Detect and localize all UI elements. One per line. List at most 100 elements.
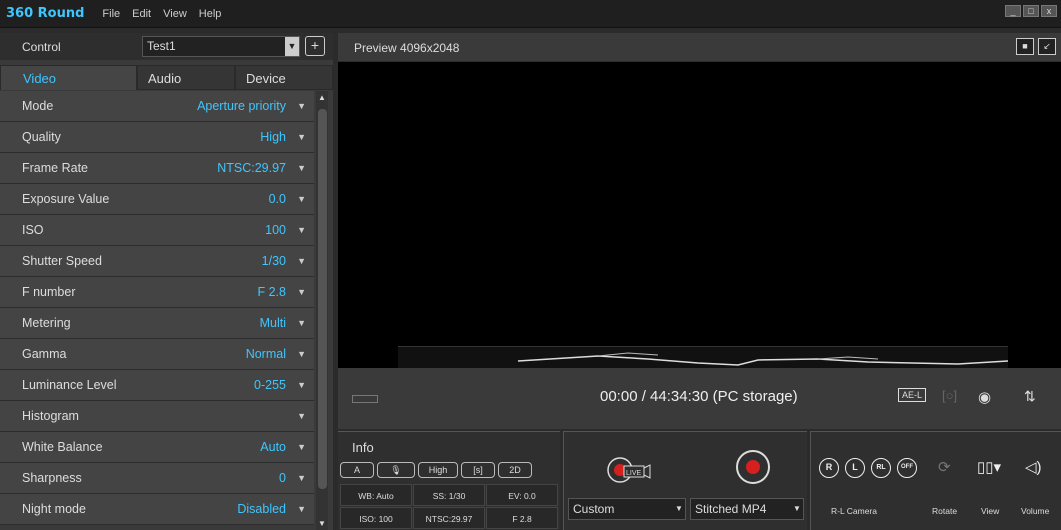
fullscreen-icon[interactable]: ↙ bbox=[1038, 38, 1056, 55]
stitch-button[interactable]: [s] bbox=[461, 462, 495, 478]
chevron-down-icon[interactable]: ▼ bbox=[297, 225, 306, 235]
quality-button[interactable]: High bbox=[418, 462, 458, 478]
tab-bar: Video Audio Device bbox=[0, 65, 333, 90]
scroll-up-icon[interactable]: ▲ bbox=[318, 93, 326, 102]
view-icon[interactable]: ▯▯▾ bbox=[977, 458, 1001, 476]
format-select[interactable]: Stitched MP4 ▼ bbox=[690, 498, 804, 520]
panorama-image bbox=[517, 352, 1009, 366]
info-cell: EV: 0.0 bbox=[486, 484, 558, 506]
maximize-button[interactable]: □ bbox=[1023, 5, 1039, 17]
setting-white-balance[interactable]: White Balance Auto ▼ bbox=[0, 432, 314, 463]
chevron-down-icon[interactable]: ▼ bbox=[297, 163, 306, 173]
ae-lock-icon[interactable]: AE-L bbox=[898, 388, 927, 402]
snapshot-icon[interactable]: [○] bbox=[942, 388, 957, 403]
setting-frame-rate[interactable]: Frame Rate NTSC:29.97 ▼ bbox=[0, 153, 314, 184]
preview-title: Preview 4096x2048 bbox=[354, 41, 460, 55]
setting-value: 1/30 bbox=[261, 254, 286, 268]
setting-value: F 2.8 bbox=[257, 285, 287, 299]
chevron-down-icon[interactable]: ▼ bbox=[297, 256, 306, 266]
chevron-down-icon[interactable]: ▼ bbox=[297, 101, 306, 111]
chevron-down-icon[interactable]: ▼ bbox=[297, 380, 306, 390]
setting-f-number[interactable]: F number F 2.8 ▼ bbox=[0, 277, 314, 308]
setting-value: Disabled bbox=[237, 502, 286, 516]
profile-select[interactable]: Test1 ▼ bbox=[142, 36, 300, 57]
setting-mode[interactable]: Mode Aperture priority ▼ bbox=[0, 91, 314, 122]
menu-view[interactable]: View bbox=[163, 8, 187, 20]
tab-device[interactable]: Device bbox=[235, 65, 333, 90]
live-label: LIVE bbox=[626, 470, 642, 477]
setting-label: White Balance bbox=[22, 440, 103, 454]
menu-file[interactable]: File bbox=[102, 8, 120, 20]
setting-gamma[interactable]: Gamma Normal ▼ bbox=[0, 339, 314, 370]
adjust-icon[interactable]: ⇅ bbox=[1024, 388, 1036, 405]
preview-header: Preview 4096x2048 ■ ↙ bbox=[338, 33, 1061, 61]
live-stream-icon[interactable]: LIVE bbox=[606, 456, 654, 484]
rotate-icon[interactable]: ⟳ bbox=[938, 458, 951, 476]
window-controls: _ □ x bbox=[1005, 5, 1057, 17]
chevron-down-icon[interactable]: ▼ bbox=[673, 499, 685, 519]
title-bar: 360 Round File Edit View Help _ □ x bbox=[0, 0, 1061, 28]
setting-label: Luminance Level bbox=[22, 378, 117, 392]
camera-off-icon[interactable]: OFF bbox=[897, 458, 917, 478]
setting-value: 0.0 bbox=[268, 192, 286, 206]
close-button[interactable]: x bbox=[1041, 5, 1057, 17]
record-button[interactable] bbox=[736, 450, 770, 484]
chevron-down-icon[interactable]: ▼ bbox=[297, 349, 306, 359]
preview-canvas[interactable] bbox=[338, 62, 1061, 368]
record-dot-icon bbox=[746, 460, 760, 474]
settings-scrollbar[interactable]: ▲ ▼ bbox=[316, 91, 328, 530]
chevron-down-icon[interactable]: ▼ bbox=[285, 37, 299, 56]
rl-camera-icon[interactable]: RL bbox=[871, 458, 891, 478]
setting-sharpness[interactable]: Sharpness 0 ▼ bbox=[0, 463, 314, 494]
volume-icon[interactable]: ◁) bbox=[1025, 458, 1042, 476]
right-camera-icon[interactable]: R bbox=[819, 458, 839, 478]
minimize-button[interactable]: _ bbox=[1005, 5, 1021, 17]
profile-value: Test1 bbox=[147, 39, 176, 53]
setting-label: ISO bbox=[22, 223, 44, 237]
chevron-down-icon[interactable]: ▼ bbox=[297, 318, 306, 328]
chevron-down-icon[interactable]: ▼ bbox=[297, 473, 306, 483]
chevron-down-icon[interactable]: ▼ bbox=[791, 499, 803, 519]
control-panel: Control Test1 ▼ + Video Audio Device Mod… bbox=[0, 33, 333, 530]
settings-list: Mode Aperture priority ▼ Quality High ▼ Fram… bbox=[0, 91, 314, 530]
chevron-down-icon[interactable]: ▼ bbox=[297, 132, 306, 142]
setting-label: Frame Rate bbox=[22, 161, 88, 175]
ruler-icon[interactable] bbox=[352, 395, 378, 403]
tab-video[interactable]: Video bbox=[0, 65, 137, 90]
chevron-down-icon[interactable]: ▼ bbox=[297, 194, 306, 204]
info-panel: Info A 🎙 High [s] 2D WB: Auto SS: 1/30 E… bbox=[338, 431, 560, 530]
menu-edit[interactable]: Edit bbox=[132, 8, 151, 20]
scroll-thumb[interactable] bbox=[318, 109, 327, 489]
chevron-down-icon[interactable]: ▼ bbox=[297, 442, 306, 452]
add-profile-button[interactable]: + bbox=[305, 36, 325, 56]
setting-metering[interactable]: Metering Multi ▼ bbox=[0, 308, 314, 339]
auto-mode-button[interactable]: A bbox=[340, 462, 374, 478]
setting-luminance-level[interactable]: Luminance Level 0-255 ▼ bbox=[0, 370, 314, 401]
setting-night-mode[interactable]: Night mode Disabled ▼ bbox=[0, 494, 314, 525]
info-buttons: A 🎙 High [s] 2D bbox=[340, 462, 532, 478]
scroll-down-icon[interactable]: ▼ bbox=[318, 519, 326, 528]
setting-iso[interactable]: ISO 100 ▼ bbox=[0, 215, 314, 246]
menu-help[interactable]: Help bbox=[199, 8, 222, 20]
video-frame bbox=[398, 346, 1009, 368]
setting-quality[interactable]: Quality High ▼ bbox=[0, 122, 314, 153]
info-cell: NTSC:29.97 bbox=[413, 507, 485, 529]
setting-exposure-value[interactable]: Exposure Value 0.0 ▼ bbox=[0, 184, 314, 215]
chevron-down-icon[interactable]: ▼ bbox=[297, 411, 306, 421]
chevron-down-icon[interactable]: ▼ bbox=[297, 287, 306, 297]
tab-audio[interactable]: Audio bbox=[137, 65, 235, 90]
setting-label: Gamma bbox=[22, 347, 67, 361]
stream-select[interactable]: Custom ▼ bbox=[568, 498, 686, 520]
mode-2d-button[interactable]: 2D bbox=[498, 462, 532, 478]
info-cell: ISO: 100 bbox=[340, 507, 412, 529]
left-camera-icon[interactable]: L bbox=[845, 458, 865, 478]
window-mode-icon[interactable]: ■ bbox=[1016, 38, 1034, 55]
mic-icon[interactable]: 🎙 bbox=[377, 462, 415, 478]
volume-label: Volume bbox=[1021, 506, 1050, 516]
setting-histogram[interactable]: Histogram ▼ bbox=[0, 401, 314, 432]
chevron-down-icon[interactable]: ▼ bbox=[297, 504, 306, 514]
setting-value: NTSC:29.97 bbox=[217, 161, 286, 175]
setting-shutter-speed[interactable]: Shutter Speed 1/30 ▼ bbox=[0, 246, 314, 277]
setting-value: Multi bbox=[259, 316, 286, 330]
stabilize-icon[interactable]: ◉ bbox=[978, 388, 991, 406]
